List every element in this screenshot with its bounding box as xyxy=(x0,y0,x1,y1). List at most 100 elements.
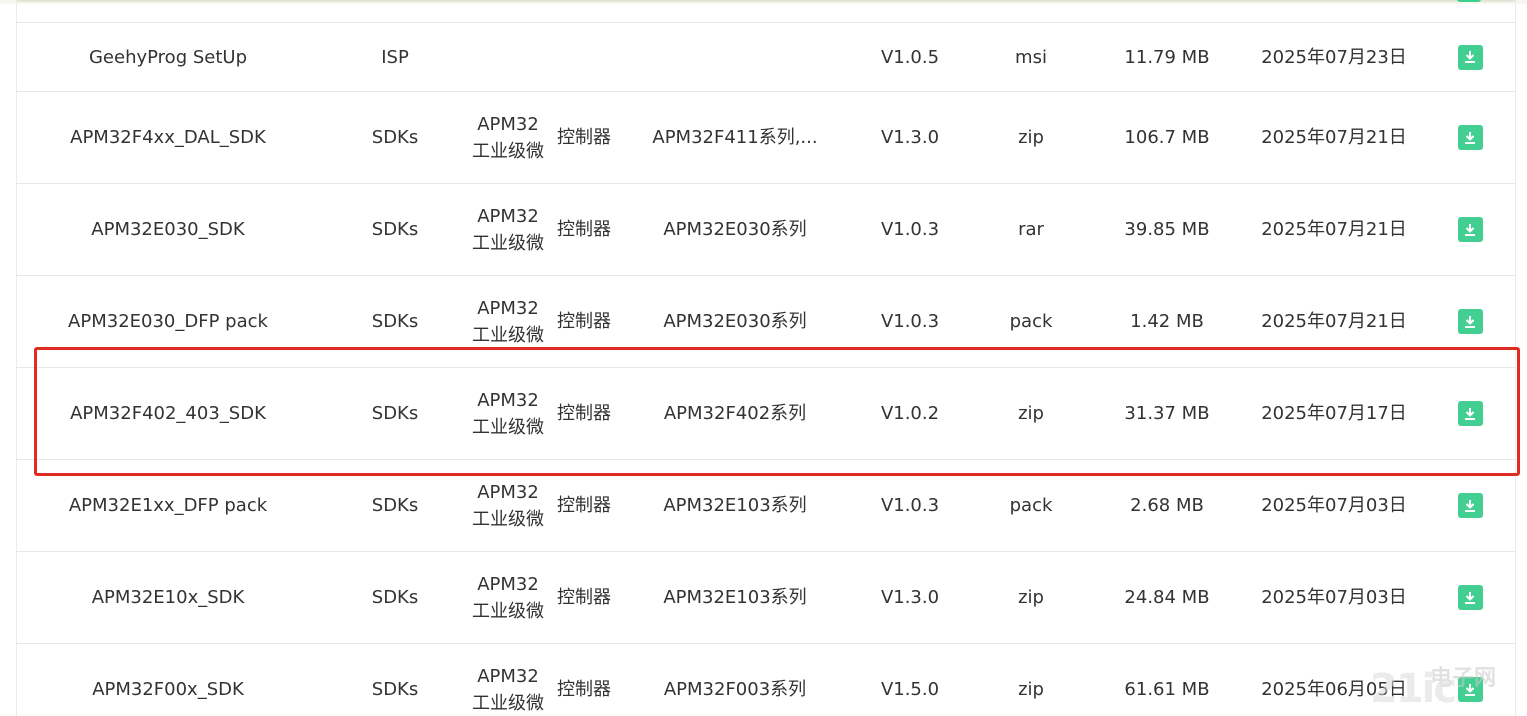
download-cell xyxy=(1424,368,1516,459)
category-line: APM32工业级微 xyxy=(472,573,544,622)
table-row: APM32E1xx_DFP pack SDKs APM32工业级微 控制器 AP… xyxy=(16,459,1516,551)
download-button[interactable] xyxy=(1457,401,1483,426)
download-icon[interactable] xyxy=(1457,0,1481,2)
file-name: APM32E030_DFP pack xyxy=(68,311,268,332)
version: V1.3.0 xyxy=(880,127,940,148)
product-series: APM32F003系列 xyxy=(663,679,807,700)
download-button[interactable] xyxy=(1457,585,1483,610)
table-row: APM32E030_SDK SDKs APM32工业级微 控制器 APM32E0… xyxy=(16,183,1516,275)
file-size: 106.7 MB xyxy=(1124,127,1210,148)
download-icon xyxy=(1463,499,1477,513)
file-format: zip xyxy=(1018,679,1044,700)
product-series: APM32E030系列 xyxy=(663,311,807,332)
product-category: APM32工业级微 控制器 xyxy=(470,276,622,367)
file-type: SDKs xyxy=(371,127,419,148)
category-line: APM32工业级微 xyxy=(472,297,544,346)
category-line: APM32工业级微 xyxy=(472,389,544,438)
table-row: APM32E10x_SDK SDKs APM32工业级微 控制器 APM32E1… xyxy=(16,551,1516,643)
category-line: APM32工业级微 xyxy=(472,665,544,714)
release-date: 2025年07月21日 xyxy=(1261,127,1407,148)
file-size: 1.42 MB xyxy=(1130,311,1204,332)
download-icon xyxy=(1463,315,1477,329)
category-line: 控制器 xyxy=(557,495,611,516)
download-cell xyxy=(1424,276,1516,367)
category-line: APM32工业级微 xyxy=(472,481,544,530)
category-line: 控制器 xyxy=(557,127,611,148)
file-format: zip xyxy=(1018,587,1044,608)
table-row: GeehyProg SetUp ISP V1.0.5 msi 11.79 MB … xyxy=(16,22,1516,91)
download-icon xyxy=(1463,223,1477,237)
product-category xyxy=(470,23,622,91)
file-name: APM32E030_SDK xyxy=(91,219,245,240)
table-row: APM32F4xx_DAL_SDK SDKs APM32工业级微 控制器 APM… xyxy=(16,91,1516,183)
release-date: 2025年07月23日 xyxy=(1261,46,1407,68)
download-icon xyxy=(1463,591,1477,605)
release-date: 2025年07月21日 xyxy=(1261,219,1407,240)
product-category: APM32工业级微 控制器 xyxy=(470,644,622,716)
product-series: APM32E103系列 xyxy=(663,495,807,516)
product-category: APM32工业级微 控制器 xyxy=(470,184,622,275)
download-button[interactable] xyxy=(1457,309,1483,334)
version: V1.0.2 xyxy=(880,403,940,424)
download-cell xyxy=(1424,552,1516,643)
download-button[interactable] xyxy=(1457,493,1483,518)
file-name: APM32E1xx_DFP pack xyxy=(68,495,268,516)
file-type: SDKs xyxy=(371,311,419,332)
download-list-page: GeehyProg SetUp ISP V1.0.5 msi 11.79 MB … xyxy=(0,0,1527,716)
category-line: APM32工业级微 xyxy=(472,205,544,254)
file-size: 11.79 MB xyxy=(1124,46,1210,68)
file-name: APM32E10x_SDK xyxy=(91,587,245,608)
version: V1.0.3 xyxy=(880,495,940,516)
file-type: SDKs xyxy=(371,403,419,424)
category-line: 控制器 xyxy=(557,587,611,608)
file-format: zip xyxy=(1018,127,1044,148)
download-cell xyxy=(1424,460,1516,551)
download-button[interactable] xyxy=(1457,217,1483,242)
file-type: SDKs xyxy=(371,219,419,240)
download-button[interactable] xyxy=(1457,44,1483,70)
file-size: 24.84 MB xyxy=(1124,587,1210,608)
category-line: 控制器 xyxy=(557,219,611,240)
release-date: 2025年07月03日 xyxy=(1261,495,1407,516)
file-name: APM32F402_403_SDK xyxy=(70,403,266,424)
category-line: 控制器 xyxy=(557,679,611,700)
file-format: zip xyxy=(1018,403,1044,424)
download-cell xyxy=(1424,184,1516,275)
product-series: APM32F402系列 xyxy=(663,403,807,424)
product-series xyxy=(622,23,848,91)
file-format: pack xyxy=(1009,495,1053,516)
product-series: APM32E030系列 xyxy=(663,219,807,240)
version: V1.0.3 xyxy=(880,311,940,332)
file-name: APM32F00x_SDK xyxy=(92,679,244,700)
download-cell xyxy=(1424,92,1516,183)
file-size: 61.61 MB xyxy=(1124,679,1210,700)
release-date: 2025年07月03日 xyxy=(1261,587,1407,608)
category-line: 控制器 xyxy=(557,403,611,424)
version: V1.0.5 xyxy=(880,46,940,68)
table-row: APM32E030_DFP pack SDKs APM32工业级微 控制器 AP… xyxy=(16,275,1516,367)
version: V1.3.0 xyxy=(880,587,940,608)
download-icon xyxy=(1463,50,1477,64)
download-button[interactable] xyxy=(1457,125,1483,150)
category-line: APM32工业级微 xyxy=(472,113,544,162)
file-size: 39.85 MB xyxy=(1124,219,1210,240)
table-row: APM32F402_403_SDK SDKs APM32工业级微 控制器 APM… xyxy=(16,367,1516,459)
download-cell xyxy=(1424,644,1516,716)
file-type: SDKs xyxy=(371,679,419,700)
product-series: APM32F411系列,... xyxy=(652,127,818,148)
category-line: 控制器 xyxy=(557,311,611,332)
download-table: GeehyProg SetUp ISP V1.0.5 msi 11.79 MB … xyxy=(16,22,1516,716)
file-size: 31.37 MB xyxy=(1124,403,1210,424)
top-divider xyxy=(16,0,1516,2)
download-button[interactable] xyxy=(1457,677,1483,702)
download-icon xyxy=(1463,683,1477,697)
file-format: msi xyxy=(1015,46,1047,68)
product-series: APM32E103系列 xyxy=(663,587,807,608)
file-format: rar xyxy=(1018,219,1044,240)
release-date: 2025年07月17日 xyxy=(1261,403,1407,424)
file-size: 2.68 MB xyxy=(1130,495,1204,516)
file-name: GeehyProg SetUp xyxy=(88,46,248,68)
file-type: ISP xyxy=(381,46,409,68)
release-date: 2025年06月05日 xyxy=(1261,679,1407,700)
version: V1.0.3 xyxy=(880,219,940,240)
